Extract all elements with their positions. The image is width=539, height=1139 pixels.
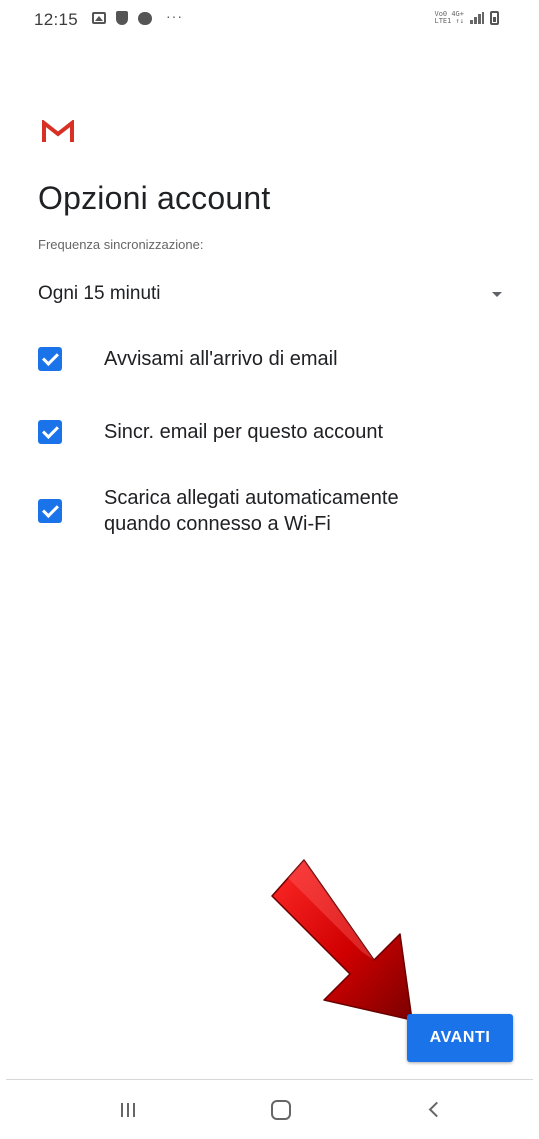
home-icon: [271, 1099, 291, 1120]
sync-frequency-label: Frequenza sincronizzazione:: [38, 237, 204, 252]
signal-icon: [470, 12, 484, 24]
attachments-label: Scarica allegati automaticamente quando …: [104, 487, 399, 535]
option-sync-row[interactable]: Sincr. email per questo account: [38, 419, 508, 445]
status-system-icons: Vo0 4G+ LTE1 ↑↓: [434, 11, 499, 25]
dropdown-arrow-icon: [492, 291, 502, 297]
gmail-logo: [42, 120, 74, 142]
navigation-bar: [0, 1080, 539, 1139]
notify-checkbox[interactable]: [38, 347, 62, 371]
sync-label: Sincr. email per questo account: [104, 421, 384, 443]
sync-checkbox[interactable]: [38, 420, 62, 444]
recent-apps-button[interactable]: [88, 1080, 168, 1139]
red-arrow-annotation: [271, 859, 413, 1021]
status-notifications: ···: [92, 8, 183, 25]
message-icon: [138, 11, 152, 25]
back-icon: [428, 1101, 444, 1118]
notify-label: Avvisami all'arrivo di email: [104, 348, 338, 370]
status-time: 12:15: [34, 10, 79, 29]
option-attachments-row[interactable]: Scarica allegati automaticamente quando …: [38, 485, 508, 537]
volte-line-2: LTE1 ↑↓: [434, 17, 464, 25]
home-button[interactable]: [241, 1080, 321, 1139]
option-notify-row[interactable]: Avvisami all'arrivo di email: [38, 346, 508, 372]
more-notifications-icon: ···: [166, 8, 183, 24]
page-title: Opzioni account: [38, 180, 271, 216]
shield-icon: [116, 11, 128, 25]
volte-icon: Vo0 4G+ LTE1 ↑↓: [434, 11, 464, 25]
back-button[interactable]: [393, 1080, 473, 1139]
sync-frequency-value: Ogni 15 minuti: [38, 283, 161, 304]
sync-frequency-select[interactable]: Ogni 15 minuti: [38, 278, 510, 310]
attachments-checkbox[interactable]: [38, 499, 62, 523]
recent-apps-icon: [121, 1102, 135, 1117]
battery-icon: [490, 11, 499, 25]
image-icon: [92, 12, 106, 24]
status-bar: 12:15 ··· Vo0 4G+ LTE1 ↑↓: [0, 0, 539, 40]
next-button[interactable]: AVANTI: [407, 1014, 513, 1062]
